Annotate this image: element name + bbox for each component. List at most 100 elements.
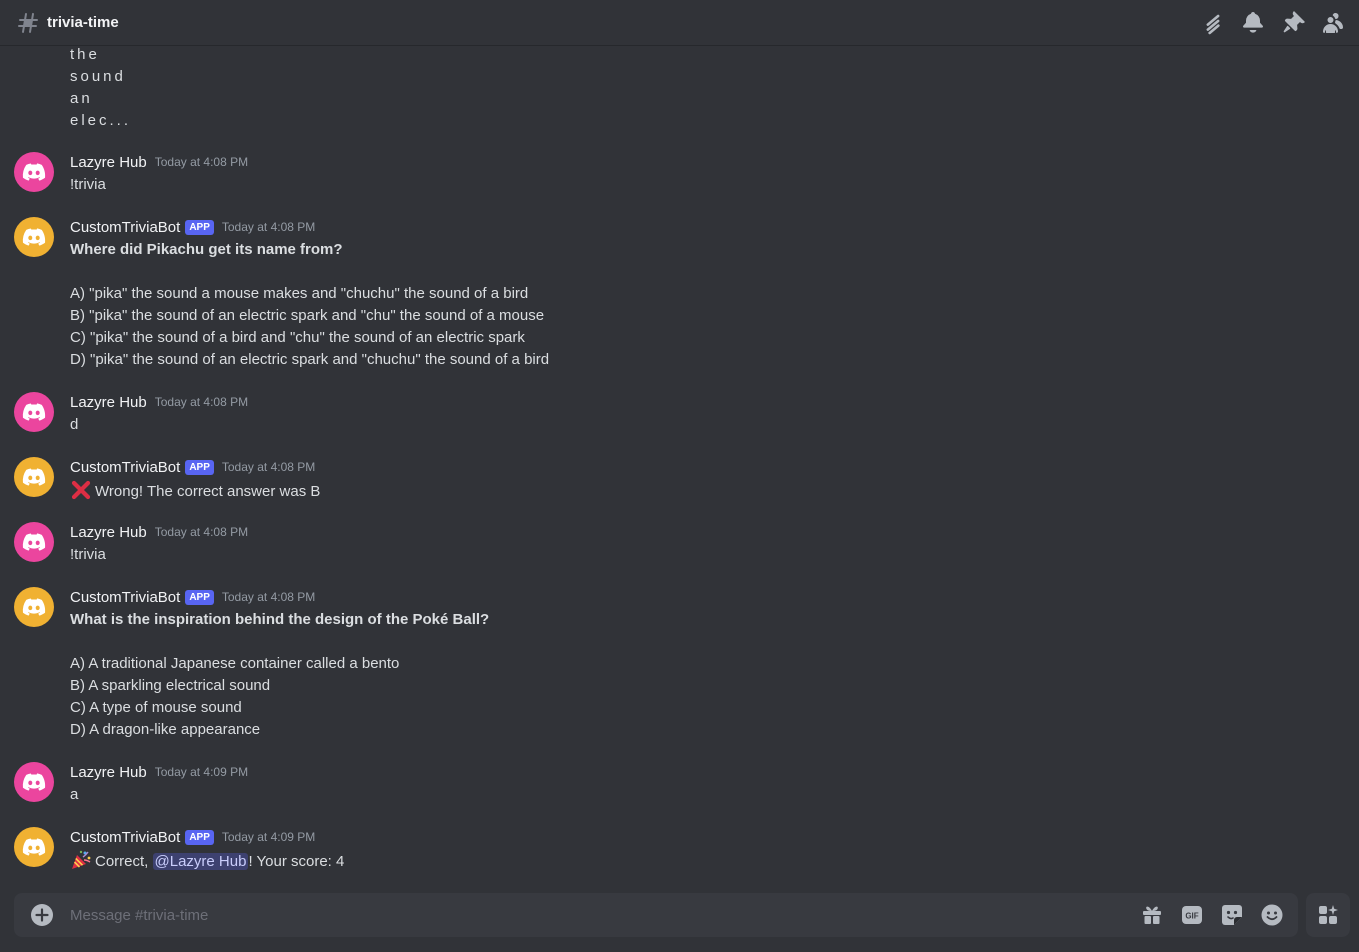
- message-list[interactable]: the sound an elec... Lazyre Hub Today at…: [0, 46, 1359, 884]
- trivia-option: D) "pika" the sound of an electric spark…: [70, 351, 550, 368]
- trivia-question: Where did Pikachu get its name from?: [70, 241, 343, 258]
- timestamp: Today at 4:08 PM: [221, 460, 316, 474]
- hash-icon: [16, 11, 40, 35]
- avatar[interactable]: [14, 457, 54, 497]
- message-text: ! Your score: 4: [248, 853, 345, 870]
- avatar[interactable]: [14, 827, 54, 867]
- trivia-option: D) A dragon-like appearance: [70, 721, 261, 738]
- apps-button[interactable]: [1306, 893, 1350, 937]
- author-name[interactable]: Lazyre Hub: [70, 154, 147, 171]
- app-badge: APP: [185, 829, 214, 845]
- message-line: d: [70, 416, 79, 433]
- trivia-option: A) "pika" the sound a mouse makes and "c…: [70, 285, 529, 302]
- discord-logo-icon: [22, 838, 46, 856]
- fragment-line: an: [70, 90, 93, 107]
- message-composer: GIF: [14, 893, 1298, 937]
- trivia-option: C) A type of mouse sound: [70, 699, 242, 716]
- channel-header: trivia-time: [0, 0, 1359, 46]
- timestamp: Today at 4:09 PM: [221, 830, 316, 844]
- message-header: CustomTriviaBot APP Today at 4:09 PM: [70, 827, 315, 847]
- author-name[interactable]: CustomTriviaBot: [70, 829, 180, 846]
- bell-icon[interactable]: [1241, 11, 1265, 35]
- message-content: Correct, @Lazyre Hub! Your score: 4: [70, 849, 344, 873]
- avatar[interactable]: [14, 587, 54, 627]
- message-line: a: [70, 786, 79, 803]
- author-name[interactable]: Lazyre Hub: [70, 394, 147, 411]
- timestamp: Today at 4:08 PM: [221, 590, 316, 604]
- sticker-icon[interactable]: [1220, 903, 1244, 927]
- pin-icon[interactable]: [1281, 10, 1305, 35]
- trivia-option: B) A sparkling electrical sound: [70, 677, 271, 694]
- message-text: Correct,: [95, 853, 153, 870]
- message-content: !trivia: [70, 544, 106, 566]
- party-popper-icon: [70, 849, 92, 871]
- channel-title: trivia-time: [47, 14, 119, 31]
- user-mention[interactable]: @Lazyre Hub: [152, 853, 249, 870]
- timestamp: Today at 4:08 PM: [221, 220, 316, 234]
- discord-app: trivia-time the sound an elec... Lazyre …: [0, 0, 1359, 952]
- message-header: CustomTriviaBot APP Today at 4:08 PM: [70, 217, 315, 237]
- fragment-line: elec...: [70, 112, 132, 129]
- app-badge: APP: [185, 219, 214, 235]
- message-header: CustomTriviaBot APP Today at 4:08 PM: [70, 587, 315, 607]
- discord-logo-icon: [22, 403, 46, 421]
- app-badge: APP: [185, 589, 214, 605]
- message-content: What is the inspiration behind the desig…: [70, 609, 489, 741]
- message-input[interactable]: [70, 906, 1140, 924]
- message-header: CustomTriviaBot APP Today at 4:08 PM: [70, 457, 315, 477]
- timestamp: Today at 4:08 PM: [154, 395, 249, 409]
- author-name[interactable]: Lazyre Hub: [70, 764, 147, 781]
- message-header: Lazyre Hub Today at 4:08 PM: [70, 392, 248, 412]
- timestamp: Today at 4:08 PM: [154, 525, 249, 539]
- message-header: Lazyre Hub Today at 4:08 PM: [70, 522, 248, 542]
- trivia-option: C) "pika" the sound of a bird and "chu" …: [70, 329, 525, 346]
- message-content: Wrong! The correct answer was B: [70, 479, 320, 503]
- timestamp: Today at 4:08 PM: [154, 155, 249, 169]
- fragment-line: sound: [70, 68, 126, 85]
- discord-logo-icon: [22, 773, 46, 791]
- gift-icon[interactable]: [1140, 903, 1164, 927]
- trivia-option: A) A traditional Japanese container call…: [70, 655, 400, 672]
- composer-actions: GIF: [1140, 903, 1284, 927]
- message-content: d: [70, 414, 78, 436]
- timestamp: Today at 4:09 PM: [154, 765, 249, 779]
- apps-icon: [1319, 905, 1338, 924]
- header-actions: [1201, 10, 1345, 35]
- discord-logo-icon: [22, 598, 46, 616]
- discord-logo-icon: [22, 468, 46, 486]
- message-header: Lazyre Hub Today at 4:08 PM: [70, 152, 248, 172]
- trivia-option: B) "pika" the sound of an electric spark…: [70, 307, 545, 324]
- author-name[interactable]: CustomTriviaBot: [70, 459, 180, 476]
- cross-mark-icon: [70, 479, 92, 501]
- trivia-question: What is the inspiration behind the desig…: [70, 611, 490, 628]
- avatar[interactable]: [14, 152, 54, 192]
- message-text: Wrong! The correct answer was B: [95, 483, 321, 500]
- truncated-message-fragment: the sound an elec...: [70, 46, 131, 132]
- author-name[interactable]: Lazyre Hub: [70, 524, 147, 541]
- avatar[interactable]: [14, 522, 54, 562]
- svg-text:GIF: GIF: [1185, 912, 1198, 921]
- message-line: !trivia: [70, 546, 106, 563]
- message-line: !trivia: [70, 176, 106, 193]
- avatar[interactable]: [14, 217, 54, 257]
- avatar[interactable]: [14, 762, 54, 802]
- members-icon[interactable]: [1321, 11, 1345, 35]
- plus-circle-icon: [31, 904, 53, 926]
- discord-logo-icon: [22, 533, 46, 551]
- emoji-icon[interactable]: [1260, 903, 1284, 927]
- message-content: a: [70, 784, 78, 806]
- author-name[interactable]: CustomTriviaBot: [70, 219, 180, 236]
- upload-button[interactable]: [30, 903, 54, 927]
- message-content: !trivia: [70, 174, 106, 196]
- discord-logo-icon: [22, 163, 46, 181]
- threads-icon[interactable]: [1201, 11, 1225, 35]
- gif-icon[interactable]: GIF: [1180, 903, 1204, 927]
- avatar[interactable]: [14, 392, 54, 432]
- discord-logo-icon: [22, 228, 46, 246]
- message-header: Lazyre Hub Today at 4:09 PM: [70, 762, 248, 782]
- app-badge: APP: [185, 459, 214, 475]
- author-name[interactable]: CustomTriviaBot: [70, 589, 180, 606]
- message-content: Where did Pikachu get its name from? A) …: [70, 239, 549, 371]
